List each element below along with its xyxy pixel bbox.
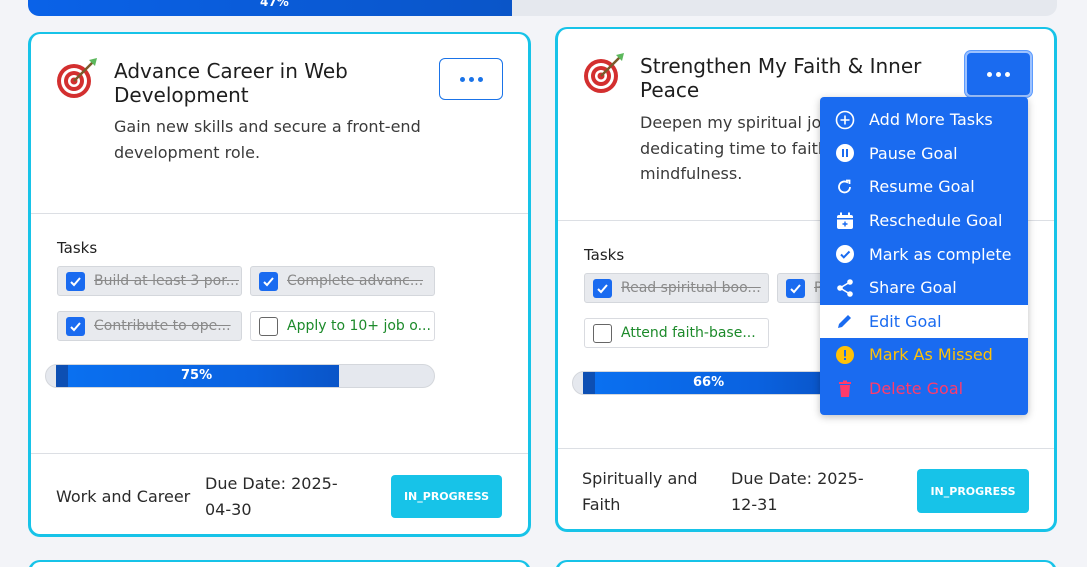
- goal-menu-button[interactable]: [439, 58, 503, 100]
- task-item[interactable]: Contribute to ope...: [57, 311, 242, 341]
- goal-menu-button[interactable]: [965, 51, 1032, 97]
- warning-icon: [835, 345, 855, 365]
- menu-item-add-more-tasks[interactable]: Add More Tasks: [820, 103, 1028, 137]
- divider: [31, 213, 528, 214]
- overall-progress-label: 47%: [260, 0, 289, 9]
- task-item[interactable]: Attend faith-base...: [584, 318, 769, 348]
- goal-title: Advance Career in Web Development: [114, 59, 348, 107]
- menu-item-reschedule-goal[interactable]: Reschedule Goal: [820, 204, 1028, 238]
- task-item[interactable]: Complete advanc...: [250, 266, 435, 296]
- goal-description: Deepen my spiritual jo dedicating time t…: [640, 113, 828, 183]
- checkbox-checked-icon[interactable]: [66, 316, 85, 336]
- goal-progress-bar: 75%: [45, 364, 435, 388]
- target-icon: [57, 58, 97, 98]
- menu-item-edit-goal[interactable]: Edit Goal: [820, 304, 1028, 339]
- status-badge: IN_PROGRESS: [391, 475, 502, 518]
- plus-circle-icon: [835, 110, 855, 130]
- tasks-label: Tasks: [57, 239, 98, 257]
- goal-description: Gain new skills and secure a front-end d…: [114, 117, 421, 162]
- check-circle-icon: [835, 244, 855, 264]
- goal-progress-label: 75%: [181, 368, 213, 383]
- goal-card: Advance Career in Web Development Gain n…: [28, 32, 531, 537]
- goal-due-date: Due Date: 2025- 12-31: [731, 469, 864, 514]
- trash-icon: [835, 379, 855, 399]
- menu-item-delete-goal[interactable]: Delete Goal: [820, 372, 1028, 406]
- goal-progress-label: 66%: [693, 375, 725, 390]
- overall-progress-bar: 47%: [28, 0, 1057, 16]
- menu-item-resume-goal[interactable]: Resume Goal: [820, 170, 1028, 204]
- checkbox-empty-icon[interactable]: [259, 316, 278, 336]
- menu-item-pause-goal[interactable]: Pause Goal: [820, 137, 1028, 171]
- task-item[interactable]: Apply to 10+ job o...: [250, 311, 435, 341]
- checkbox-checked-icon[interactable]: [259, 271, 278, 291]
- task-item[interactable]: Read spiritual boo...: [584, 273, 769, 303]
- goal-category: Work and Career: [56, 487, 191, 506]
- ellipsis-icon: [987, 71, 992, 77]
- goal-title: Strengthen My Faith & Inner Peace: [640, 54, 922, 102]
- menu-item-mark-as-missed[interactable]: Mark As Missed: [820, 338, 1028, 372]
- divider: [558, 448, 1054, 449]
- ellipsis-icon: [459, 76, 465, 82]
- refresh-icon: [835, 177, 855, 197]
- divider: [31, 453, 528, 454]
- goal-card: [555, 560, 1057, 567]
- checkbox-checked-icon[interactable]: [786, 278, 805, 298]
- goal-actions-menu: Add More Tasks Pause Goal Resume Goal Re…: [820, 97, 1028, 415]
- task-item[interactable]: Build at least 3 por...: [57, 266, 242, 296]
- pause-icon: [835, 143, 855, 163]
- goal-category: Spiritually and Faith: [582, 469, 698, 514]
- share-icon: [835, 278, 855, 298]
- goal-card: [28, 560, 531, 567]
- checkbox-checked-icon[interactable]: [593, 278, 612, 298]
- checkbox-empty-icon[interactable]: [593, 323, 612, 343]
- pencil-icon: [835, 311, 855, 331]
- goal-due-date: Due Date: 2025- 04-30: [205, 474, 338, 519]
- tasks-label: Tasks: [584, 246, 625, 264]
- calendar-icon: [835, 211, 855, 231]
- checkbox-checked-icon[interactable]: [66, 271, 85, 291]
- menu-item-mark-as-complete[interactable]: Mark as complete: [820, 237, 1028, 271]
- status-badge: IN_PROGRESS: [917, 469, 1029, 513]
- target-icon: [584, 53, 624, 93]
- menu-item-share-goal[interactable]: Share Goal: [820, 271, 1028, 305]
